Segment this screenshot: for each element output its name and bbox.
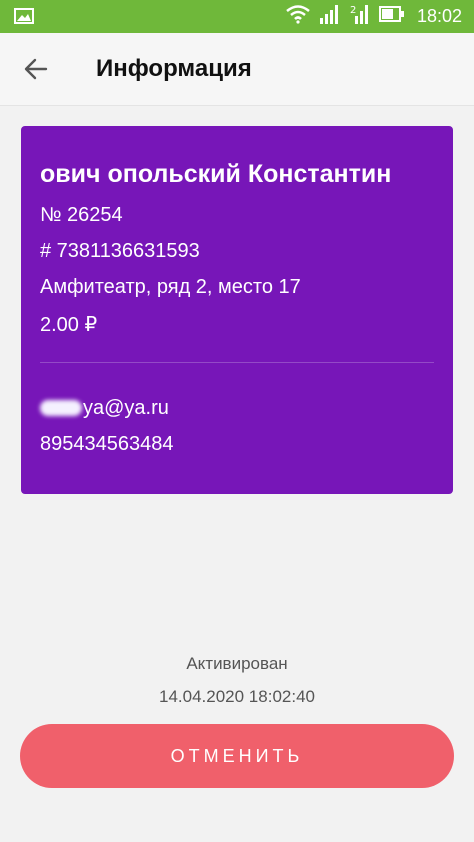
email-text: ya@ya.ru [83, 397, 169, 419]
page-title: Информация [96, 55, 252, 82]
battery-icon [378, 6, 405, 27]
svg-text:2: 2 [350, 5, 356, 16]
activation-datetime: 14.04.2020 18:02:40 [159, 687, 315, 706]
status-bar: 2 18:02 [0, 0, 474, 33]
card-divider [40, 362, 434, 363]
barcode-number: # 7381136631593 [40, 240, 200, 262]
signal-2-icon: 2 [349, 3, 371, 30]
wifi-icon [285, 4, 311, 29]
redacted-blur [40, 400, 82, 416]
app-bar: Информация [0, 33, 474, 106]
arrow-left-icon[interactable] [20, 53, 52, 85]
ticket-card: ович опольский Константин № 26254 # 7381… [21, 126, 453, 494]
holder-name: ович опольский Константин [40, 160, 392, 188]
ticket-price: 2.00 ₽ [40, 314, 98, 336]
ticket-number: № 26254 [40, 204, 123, 226]
clock: 18:02 [416, 6, 462, 26]
email-row: ya@ya.ru [40, 397, 169, 420]
activation-status: Активирован [186, 654, 288, 673]
cancel-button[interactable]: ОТМЕНИТЬ [20, 724, 454, 788]
image-icon [14, 8, 34, 29]
seat-info: Амфитеатр, ряд 2, место 17 [40, 276, 301, 298]
phone-number: 895434563484 [40, 433, 174, 455]
signal-icon [319, 3, 341, 30]
